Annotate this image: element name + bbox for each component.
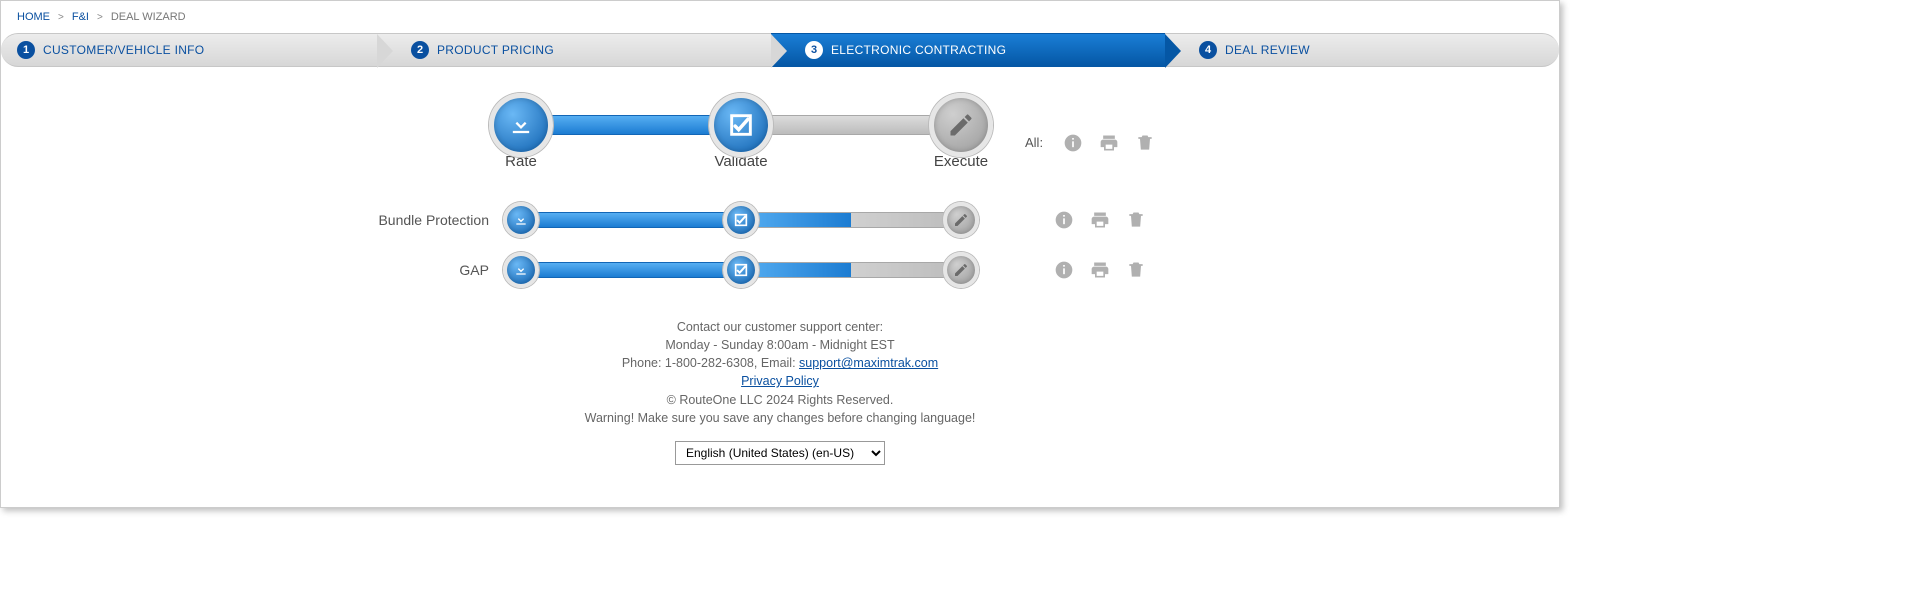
- info-icon[interactable]: [1054, 260, 1074, 280]
- breadcrumb-current: DEAL WIZARD: [111, 11, 186, 23]
- wizard-steps: 1 CUSTOMER/VEHICLE INFO 2 PRODUCT PRICIN…: [1, 33, 1559, 67]
- pencil-icon: [953, 262, 969, 278]
- download-icon: [507, 111, 535, 139]
- print-icon[interactable]: [1090, 210, 1110, 230]
- step-label: DEAL REVIEW: [1225, 43, 1310, 57]
- product-row-gap: GAP X: [1, 260, 1559, 280]
- rate-node[interactable]: [503, 252, 539, 288]
- support-line-1: Contact our customer support center:: [1, 318, 1559, 336]
- trash-icon[interactable]: [1126, 260, 1146, 280]
- step-number: 2: [411, 41, 429, 59]
- step-number: 3: [805, 41, 823, 59]
- support-line-2: Monday - Sunday 8:00am - Midnight EST: [1, 336, 1559, 354]
- step-label: CUSTOMER/VEHICLE INFO: [43, 43, 204, 57]
- print-icon[interactable]: [1090, 260, 1110, 280]
- download-icon: [513, 212, 529, 228]
- language-warning: Warning! Make sure you save any changes …: [1, 409, 1559, 427]
- pencil-icon: [947, 111, 975, 139]
- step-number: 4: [1199, 41, 1217, 59]
- chevron-right-icon: >: [58, 12, 64, 23]
- print-icon[interactable]: [1099, 133, 1119, 153]
- language-select[interactable]: English (United States) (en-US): [675, 441, 885, 465]
- validate-node[interactable]: [723, 252, 759, 288]
- stage-execute-node[interactable]: [929, 93, 993, 157]
- step-label: PRODUCT PRICING: [437, 43, 554, 57]
- step-number: 1: [17, 41, 35, 59]
- wizard-step-customer-vehicle[interactable]: 1 CUSTOMER/VEHICLE INFO: [1, 33, 377, 67]
- chevron-right-icon: >: [97, 12, 103, 23]
- info-icon[interactable]: [1054, 210, 1074, 230]
- rate-node[interactable]: [503, 202, 539, 238]
- trash-icon[interactable]: [1126, 210, 1146, 230]
- product-label: GAP: [1, 262, 521, 278]
- privacy-policy-link[interactable]: Privacy Policy: [741, 374, 819, 388]
- support-email-link[interactable]: support@maximtrak.com: [799, 356, 938, 370]
- breadcrumb-fi[interactable]: F&I: [72, 11, 89, 23]
- pencil-icon: [953, 212, 969, 228]
- stage-validate-node[interactable]: [709, 93, 773, 157]
- copyright: © RouteOne LLC 2024 Rights Reserved.: [1, 391, 1559, 409]
- product-label: Bundle Protection: [1, 212, 521, 228]
- support-phone-email: Phone: 1-800-282-6308, Email:: [622, 356, 799, 370]
- breadcrumb: HOME > F&I > DEAL WIZARD: [1, 1, 1559, 33]
- wizard-step-deal-review[interactable]: 4 DEAL REVIEW: [1165, 33, 1559, 67]
- breadcrumb-home[interactable]: HOME: [17, 11, 50, 23]
- info-icon[interactable]: [1063, 133, 1083, 153]
- wizard-step-electronic-contracting[interactable]: 3 ELECTRONIC CONTRACTING: [771, 33, 1165, 67]
- checkbox-icon: [733, 262, 749, 278]
- validate-node[interactable]: [723, 202, 759, 238]
- footer: Contact our customer support center: Mon…: [1, 310, 1559, 483]
- stage-rate-node[interactable]: [489, 93, 553, 157]
- wizard-step-product-pricing[interactable]: 2 PRODUCT PRICING: [377, 33, 771, 67]
- execute-node[interactable]: [943, 202, 979, 238]
- trash-icon[interactable]: [1135, 133, 1155, 153]
- all-label: All:: [1025, 135, 1043, 150]
- product-row-bundle-protection: Bundle Protection X: [1, 210, 1559, 230]
- checkbox-icon: [727, 111, 755, 139]
- checkbox-icon: [733, 212, 749, 228]
- download-icon: [513, 262, 529, 278]
- execute-node[interactable]: [943, 252, 979, 288]
- step-label: ELECTRONIC CONTRACTING: [831, 43, 1006, 57]
